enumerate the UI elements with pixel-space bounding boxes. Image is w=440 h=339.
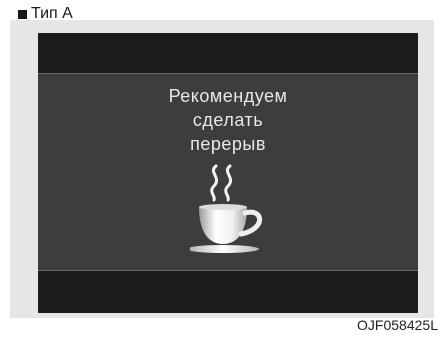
- type-heading: Тип А: [18, 5, 73, 23]
- square-bullet-icon: [18, 9, 27, 19]
- break-recommendation-message: Рекомендуем сделать перерыв: [38, 84, 418, 156]
- display-bottom-bar: [38, 271, 418, 313]
- message-line-3: перерыв: [190, 134, 266, 154]
- coffee-cup-icon: [190, 164, 262, 253]
- cluster-display: Рекомендуем сделать перерыв: [38, 33, 418, 313]
- type-label-text: Тип А: [31, 5, 73, 22]
- figure-code: OJF058425L: [357, 317, 438, 333]
- display-top-bar: [38, 33, 418, 73]
- message-line-1: Рекомендуем: [168, 86, 288, 106]
- message-line-2: сделать: [192, 110, 264, 130]
- display-message-area: Рекомендуем сделать перерыв: [38, 73, 418, 271]
